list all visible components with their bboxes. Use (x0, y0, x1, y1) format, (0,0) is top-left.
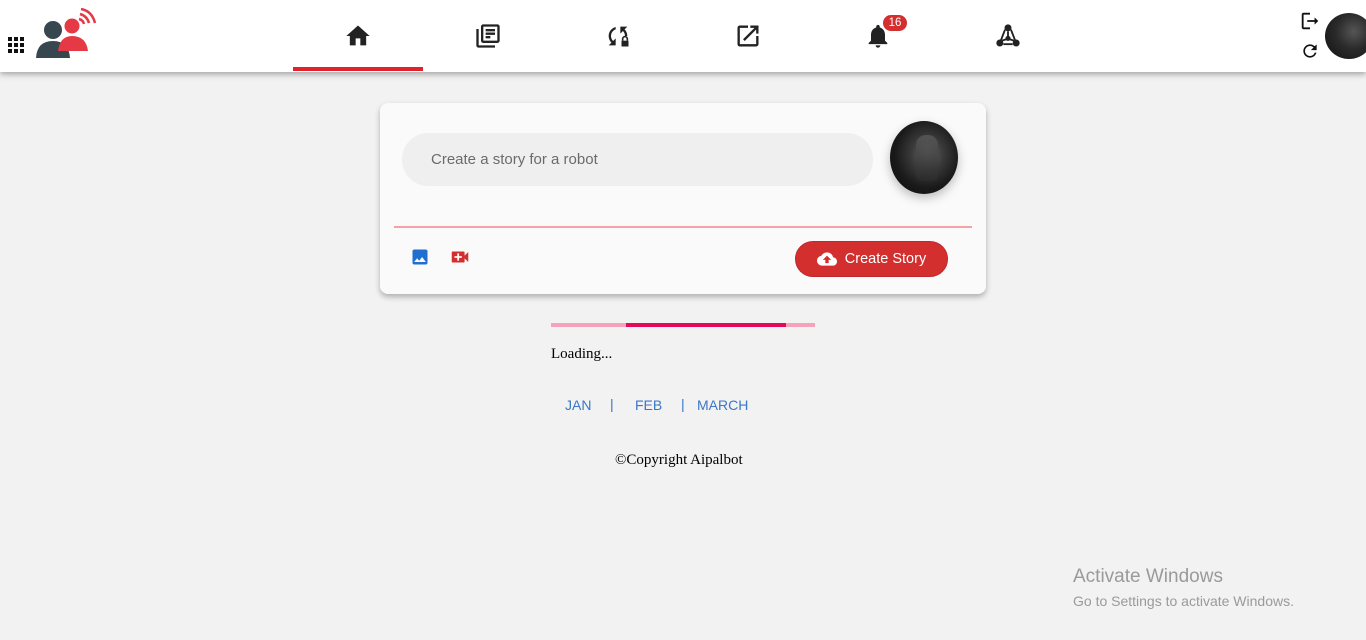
create-story-card: Create Story (380, 103, 986, 294)
loading-progress-bar (551, 323, 815, 327)
tab-sync[interactable] (553, 0, 683, 72)
month-link-feb[interactable]: FEB (635, 397, 662, 413)
refresh-icon[interactable] (1300, 41, 1320, 61)
month-link-jan[interactable]: JAN (565, 397, 591, 413)
windows-activation-watermark: Activate Windows Go to Settings to activ… (1073, 566, 1294, 609)
loading-progress-fill (626, 323, 786, 327)
library-icon (476, 24, 500, 48)
home-icon (346, 25, 370, 46)
top-navigation-bar: 16 (0, 0, 1366, 72)
watermark-subtitle: Go to Settings to activate Windows. (1073, 593, 1294, 609)
tab-library[interactable] (423, 0, 553, 72)
watermark-title: Activate Windows (1073, 566, 1223, 587)
story-input[interactable] (402, 133, 873, 186)
month-separator: | (681, 396, 685, 412)
robot-avatar (890, 121, 958, 194)
sync-lock-icon (608, 26, 629, 47)
copyright-text: ©Copyright Aipalbot (615, 452, 743, 468)
main-nav-tabs: 16 (293, 0, 1073, 72)
video-camera-icon[interactable] (449, 246, 471, 268)
tab-open-external[interactable] (683, 0, 813, 72)
image-icon[interactable] (410, 247, 430, 267)
logout-icon[interactable] (1299, 10, 1321, 32)
profile-avatar[interactable] (1325, 13, 1366, 59)
cloud-upload-icon (816, 252, 837, 266)
create-story-label: Create Story (844, 251, 927, 267)
loading-text: Loading... (551, 346, 613, 362)
tab-network[interactable] (943, 0, 1073, 72)
apps-grid-icon[interactable] (8, 37, 24, 53)
notification-count-badge: 16 (883, 15, 907, 31)
tab-notifications[interactable]: 16 (813, 0, 943, 72)
open-in-new-icon (737, 25, 759, 47)
aipalbot-logo-icon[interactable] (34, 8, 96, 60)
create-story-button[interactable]: Create Story (795, 241, 948, 277)
tab-home[interactable] (293, 0, 423, 72)
network-icon (996, 24, 1020, 47)
month-link-march[interactable]: MARCH (697, 397, 748, 413)
month-separator: | (610, 396, 614, 412)
card-divider (394, 226, 972, 228)
